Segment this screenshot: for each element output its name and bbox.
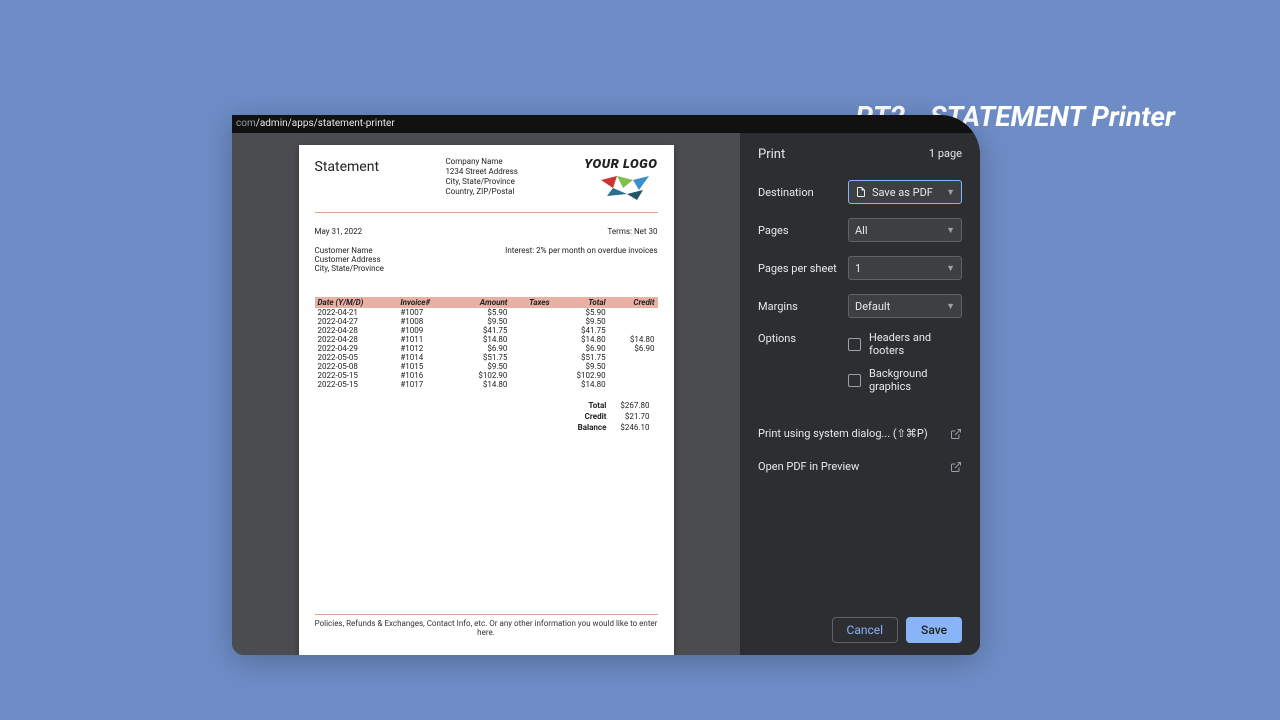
table-row: 2022-04-29#1012$6.90$6.90$6.90 — [315, 344, 658, 353]
footer-text: Policies, Refunds & Exchanges, Contact I… — [315, 619, 658, 637]
customer-name: Customer Name — [315, 246, 384, 255]
cancel-button[interactable]: Cancel — [832, 617, 899, 643]
column-header: Taxes — [510, 297, 552, 308]
pdf-file-icon — [855, 186, 867, 198]
system-dialog-text: Print using system dialog... (⇧⌘P) — [758, 427, 928, 440]
logo-block: YOUR LOGO — [584, 157, 657, 204]
destination-select[interactable]: Save as PDF ▼ — [848, 180, 962, 204]
background-graphics-label: Background graphics — [869, 367, 962, 393]
pages-per-sheet-label: Pages per sheet — [758, 262, 848, 275]
page-count: 1 page — [929, 147, 962, 162]
pages-label: Pages — [758, 224, 848, 237]
logo-text: YOUR LOGO — [584, 157, 657, 172]
table-row: 2022-04-21#1007$5.90$5.90 — [315, 308, 658, 317]
logo-icon — [599, 174, 657, 202]
pages-value: All — [855, 224, 868, 237]
company-address-block: Company Name 1234 Street Address City, S… — [445, 157, 517, 204]
pps-value: 1 — [855, 262, 861, 275]
headers-footers-label: Headers and footers — [869, 331, 962, 357]
external-link-icon — [950, 461, 962, 473]
print-dialog-window: com/admin/apps/statement-printer Stateme… — [232, 115, 980, 655]
statement-terms: Terms: Net 30 — [608, 227, 658, 236]
print-preview-pane: Statement Company Name 1234 Street Addre… — [232, 133, 740, 655]
table-row: 2022-05-15#1016$102.90$102.90 — [315, 371, 658, 380]
table-row: 2022-05-08#1015$9.50$9.50 — [315, 362, 658, 371]
options-label: Options — [758, 332, 848, 345]
open-preview-text: Open PDF in Preview — [758, 460, 859, 473]
table-row: 2022-04-28#1009$41.75$41.75 — [315, 326, 658, 335]
total-label: Total — [572, 401, 613, 410]
invoice-table: Date (Y/M/D)Invoice#AmountTaxesTotalCred… — [315, 297, 658, 389]
divider — [315, 212, 658, 213]
credit-label: Credit — [572, 412, 613, 421]
chevron-down-icon: ▼ — [946, 225, 955, 236]
column-header: Amount — [454, 297, 510, 308]
background-graphics-checkbox[interactable] — [848, 374, 861, 387]
table-row: 2022-05-05#1014$51.75$51.75 — [315, 353, 658, 362]
margins-value: Default — [855, 300, 890, 313]
margins-select[interactable]: Default ▼ — [848, 294, 962, 318]
table-row: 2022-04-27#1008$9.50$9.50 — [315, 317, 658, 326]
statement-date: May 31, 2022 — [315, 227, 363, 236]
destination-label: Destination — [758, 186, 848, 199]
statement-title: Statement — [315, 159, 380, 204]
total-value: $267.80 — [614, 401, 655, 410]
statement-interest: Interest: 2% per month on overdue invoic… — [505, 246, 657, 287]
table-row: 2022-04-28#1011$14.80$14.80$14.80 — [315, 335, 658, 344]
statement-page: Statement Company Name 1234 Street Addre… — [299, 145, 674, 655]
column-header: Date (Y/M/D) — [315, 297, 398, 308]
url-path: /admin/apps/statement-printer — [256, 118, 395, 129]
table-row: 2022-05-15#1017$14.80$14.80 — [315, 380, 658, 389]
chevron-down-icon: ▼ — [946, 187, 955, 198]
panel-title: Print — [758, 147, 785, 162]
company-country: Country, ZIP/Postal — [445, 187, 517, 197]
open-preview-link[interactable]: Open PDF in Preview — [758, 450, 962, 483]
chevron-down-icon: ▼ — [946, 263, 955, 274]
headers-footers-checkbox[interactable] — [848, 338, 861, 351]
print-options-panel: Print 1 page Destination Save as PDF ▼ P… — [740, 133, 980, 655]
column-header: Total — [553, 297, 609, 308]
pages-select[interactable]: All ▼ — [848, 218, 962, 242]
column-header: Invoice# — [397, 297, 454, 308]
customer-address: Customer Address — [315, 255, 384, 264]
company-street: 1234 Street Address — [445, 167, 517, 177]
pages-per-sheet-select[interactable]: 1 ▼ — [848, 256, 962, 280]
company-city: City, State/Province — [445, 177, 517, 187]
system-dialog-link[interactable]: Print using system dialog... (⇧⌘P) — [758, 417, 962, 450]
credit-value: $21.70 — [614, 412, 655, 421]
customer-block: Customer Name Customer Address City, Sta… — [315, 246, 384, 273]
url-host: com — [236, 118, 256, 129]
url-bar: com/admin/apps/statement-printer — [232, 115, 980, 133]
destination-value: Save as PDF — [872, 186, 933, 199]
balance-value: $246.10 — [614, 423, 655, 432]
totals-block: Total$267.80 Credit$21.70 Balance$246.10 — [315, 399, 658, 434]
external-link-icon — [950, 428, 962, 440]
column-header: Credit — [609, 297, 658, 308]
company-name: Company Name — [445, 157, 517, 167]
save-button[interactable]: Save — [906, 617, 962, 643]
balance-label: Balance — [572, 423, 613, 432]
statement-footer: Policies, Refunds & Exchanges, Contact I… — [315, 614, 658, 637]
chevron-down-icon: ▼ — [946, 301, 955, 312]
customer-city: City, State/Province — [315, 264, 384, 273]
margins-label: Margins — [758, 300, 848, 313]
